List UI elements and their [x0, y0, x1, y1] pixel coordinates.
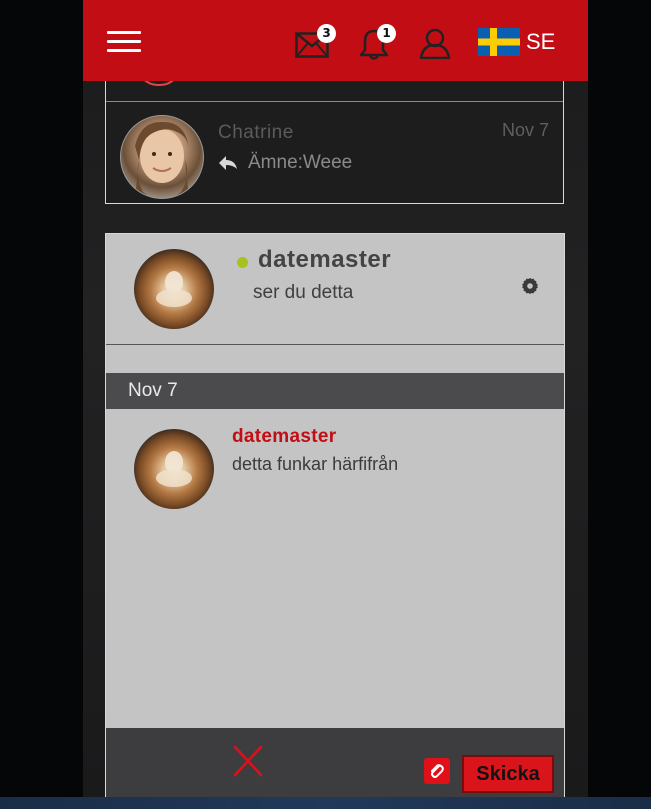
attach-icon[interactable] — [424, 758, 450, 784]
online-status-dot — [237, 257, 248, 268]
close-icon[interactable] — [233, 745, 263, 782]
avatar[interactable] — [134, 429, 214, 509]
message: datemaster detta funkar härfifrån — [106, 424, 564, 514]
conversation-list: Chatrine Nov 7 Ämne:Weee — [105, 60, 564, 204]
chat-footer: Skicka — [106, 728, 564, 798]
top-header: 3 1 SE — [83, 0, 588, 81]
gear-icon[interactable] — [522, 278, 538, 299]
language-selector[interactable]: SE — [478, 28, 555, 56]
bottom-bar — [0, 797, 651, 809]
chat-panel: datemaster ser du detta Nov 7 datemaster… — [105, 233, 565, 798]
sweden-flag-icon — [478, 28, 520, 56]
conversation-item[interactable]: Chatrine Nov 7 Ämne:Weee — [106, 102, 563, 204]
app-container: Chatrine Nov 7 Ämne:Weee 3 1 SE datemast… — [83, 0, 588, 798]
language-code: SE — [526, 29, 556, 54]
send-button[interactable]: Skicka — [462, 755, 554, 793]
conversation-subject-row: Ämne:Weee — [218, 152, 352, 174]
chat-partner-name[interactable]: datemaster — [258, 246, 391, 274]
message-text: detta funkar härfifrån — [232, 454, 399, 474]
date-separator: Nov 7 — [106, 373, 564, 409]
user-icon[interactable] — [419, 27, 451, 64]
avatar[interactable] — [134, 249, 214, 329]
chat-header: datemaster ser du detta — [106, 234, 564, 344]
chat-partner-status: ser du detta — [253, 282, 354, 303]
conversation-date: Nov 7 — [501, 120, 549, 140]
conversation-subject: Ämne:Weee — [248, 152, 353, 173]
messages-badge: 3 — [317, 24, 336, 43]
menu-icon[interactable] — [107, 30, 141, 52]
avatar — [120, 115, 204, 199]
reply-arrow-icon — [219, 156, 237, 170]
header-divider — [106, 344, 564, 345]
message-sender[interactable]: datemaster — [232, 426, 336, 448]
notifications-badge: 1 — [377, 24, 396, 43]
conversation-name: Chatrine — [218, 122, 294, 143]
